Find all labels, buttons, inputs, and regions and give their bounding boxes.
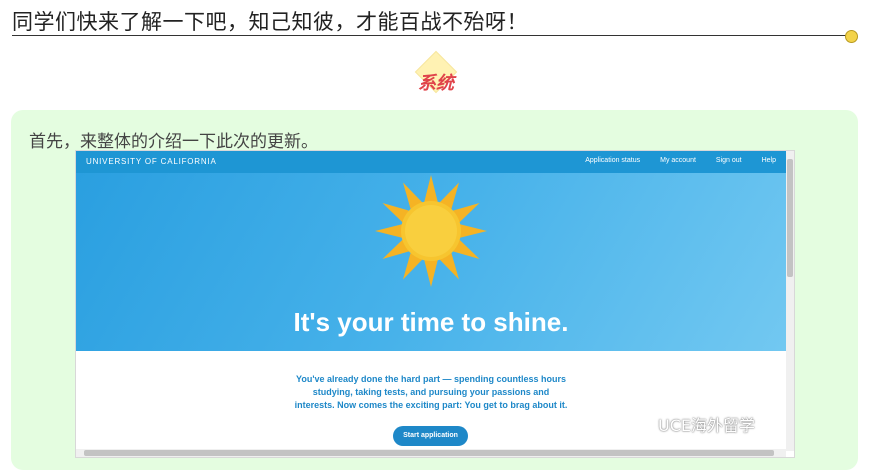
hero-banner: It's your time to shine. (76, 173, 786, 351)
hero-title: It's your time to shine. (293, 307, 569, 337)
section-badge: 系统 (412, 50, 460, 97)
headline-rule (12, 35, 850, 36)
start-application-button[interactable]: Start application (393, 426, 468, 446)
horizontal-scroll-thumb[interactable] (84, 450, 774, 456)
nav-application-status[interactable]: Application status (585, 157, 640, 164)
top-nav: UNIVERSITY OF CALIFORNIA Application sta… (76, 151, 786, 173)
vertical-scrollbar[interactable] (786, 151, 794, 451)
horizontal-scrollbar[interactable] (76, 449, 786, 457)
nav-sign-out[interactable]: Sign out (716, 157, 742, 164)
intro-copy: You've already done the hard part — spen… (276, 373, 586, 412)
nav-links: Application status My account Sign out H… (585, 157, 776, 164)
wechat-icon (630, 414, 654, 433)
section-badge-label: 系统 (418, 73, 454, 94)
watermark-text: UCE海外留学 (658, 416, 755, 435)
nav-my-account[interactable]: My account (660, 157, 696, 164)
vertical-scroll-thumb[interactable] (787, 159, 793, 277)
intro-line-1: You've already done the hard part — spen… (295, 374, 567, 384)
intro-line-2: studying, taking tests, and pursuing you… (312, 387, 550, 397)
intro-line-3: interests. Now comes the exciting part: … (294, 400, 568, 410)
headline: 同学们快来了解一下吧，知己知彼，才能百战不殆呀！ (12, 10, 528, 34)
sun-icon (375, 175, 487, 287)
intro-text: 首先，来整体的介绍一下此次的更新。 (29, 132, 318, 152)
watermark: UCE海外留学 (630, 412, 755, 436)
rule-end-dot (845, 30, 858, 43)
nav-help[interactable]: Help (762, 157, 776, 164)
brand-label: UNIVERSITY OF CALIFORNIA (86, 157, 217, 166)
